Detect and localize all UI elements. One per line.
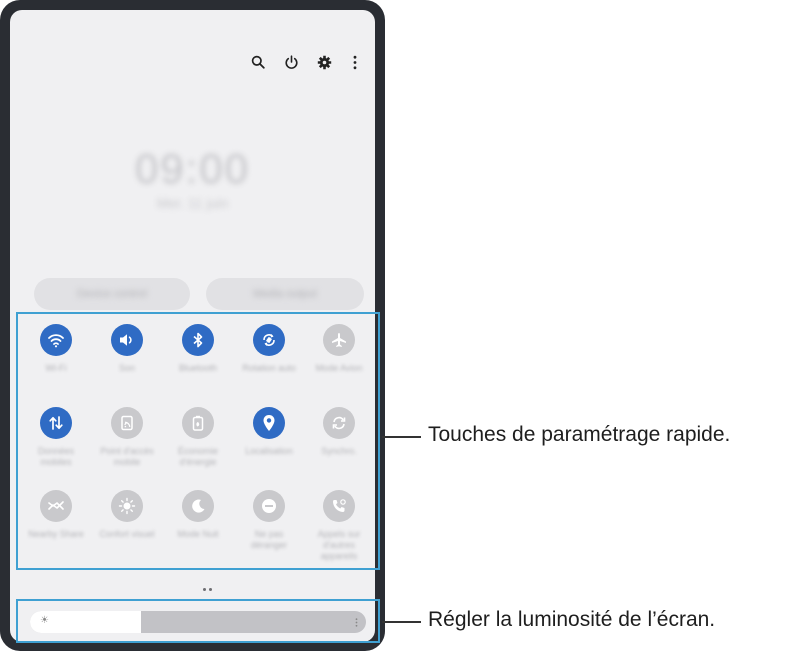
quick-setting-label: Économie d'énergie <box>177 446 219 467</box>
quick-settings-grid: Wi-Fi Son Bluetooth Rotation auto Mode Avion… <box>16 312 380 570</box>
hotspot-icon <box>111 407 143 439</box>
auto-rotate-icon <box>253 324 285 356</box>
device-control-button[interactable]: Device control <box>34 278 190 310</box>
search-icon[interactable] <box>248 52 268 72</box>
quick-setting-label: Rotation auto <box>242 363 296 373</box>
callout-line-brightness <box>382 621 421 623</box>
quick-setting-label: Appels sur d'autres appareils <box>317 529 361 561</box>
quick-setting-label: Localisation <box>245 446 293 456</box>
clock-date: Mer. 11 juin <box>156 195 229 211</box>
quick-setting-label: Son <box>118 363 135 373</box>
settings-icon[interactable] <box>314 52 334 72</box>
quick-setting-do-not-disturb[interactable]: Ne pas déranger <box>239 490 299 551</box>
quick-setting-label: Bluetooth <box>178 363 218 373</box>
page-indicator <box>203 588 212 591</box>
quick-setting-sync[interactable]: Synchro. <box>309 407 369 457</box>
quick-setting-eye-comfort[interactable]: Confort visuel <box>97 490 157 540</box>
quick-setting-label: Synchro. <box>321 446 357 456</box>
bluetooth-icon <box>182 324 214 356</box>
quick-setting-label: Wi-Fi <box>45 363 67 373</box>
quick-setting-label: Nearby Share <box>28 529 84 539</box>
dark-mode-icon <box>182 490 214 522</box>
quick-setting-hotspot[interactable]: Point d'accès mobile <box>97 407 157 468</box>
quick-setting-mobile-data[interactable]: Données mobiles <box>26 407 86 468</box>
quick-setting-label: Ne pas déranger <box>250 529 288 550</box>
media-output-button[interactable]: Media output <box>206 278 364 310</box>
quick-setting-call-continuity[interactable]: Appels sur d'autres appareils <box>309 490 369 562</box>
quick-setting-airplane[interactable]: Mode Avion <box>309 324 369 374</box>
quick-setting-label: Données mobiles <box>37 446 75 467</box>
airplane-icon <box>323 324 355 356</box>
quick-setting-label: Point d'accès mobile <box>100 446 154 467</box>
wifi-icon <box>40 324 72 356</box>
quick-setting-dark-mode[interactable]: Mode Nuit <box>168 490 228 540</box>
quick-setting-sound[interactable]: Son <box>97 324 157 374</box>
sync-icon <box>323 407 355 439</box>
callout-quick-settings: Touches de paramétrage rapide. <box>428 423 731 446</box>
location-icon <box>253 407 285 439</box>
power-saving-icon <box>182 407 214 439</box>
callout-brightness: Régler la luminosité de l’écran. <box>428 608 716 631</box>
mobile-data-icon <box>40 407 72 439</box>
power-icon[interactable] <box>281 52 301 72</box>
media-output-label: Media output <box>253 288 317 300</box>
sound-icon <box>111 324 143 356</box>
eye-comfort-icon <box>111 490 143 522</box>
quick-setting-label: Mode Avion <box>315 363 363 373</box>
clock-time: 09:00 <box>134 145 251 192</box>
nearby-share-icon <box>40 490 72 522</box>
brightness-highlight <box>16 599 380 643</box>
quick-setting-bluetooth[interactable]: Bluetooth <box>168 324 228 374</box>
quick-setting-nearby-share[interactable]: Nearby Share <box>26 490 86 540</box>
quick-setting-label: Mode Nuit <box>177 529 219 539</box>
callout-line-quick-settings <box>382 436 421 438</box>
quick-setting-auto-rotate[interactable]: Rotation auto <box>239 324 299 374</box>
call-continuity-icon <box>323 490 355 522</box>
quick-setting-location[interactable]: Localisation <box>239 407 299 457</box>
quick-setting-power-saving[interactable]: Économie d'énergie <box>168 407 228 468</box>
quick-setting-wifi[interactable]: Wi-Fi <box>26 324 86 374</box>
device-control-label: Device control <box>77 288 147 300</box>
more-options-icon[interactable] <box>345 52 365 72</box>
do-not-disturb-icon <box>253 490 285 522</box>
quick-setting-label: Confort visuel <box>99 529 155 539</box>
